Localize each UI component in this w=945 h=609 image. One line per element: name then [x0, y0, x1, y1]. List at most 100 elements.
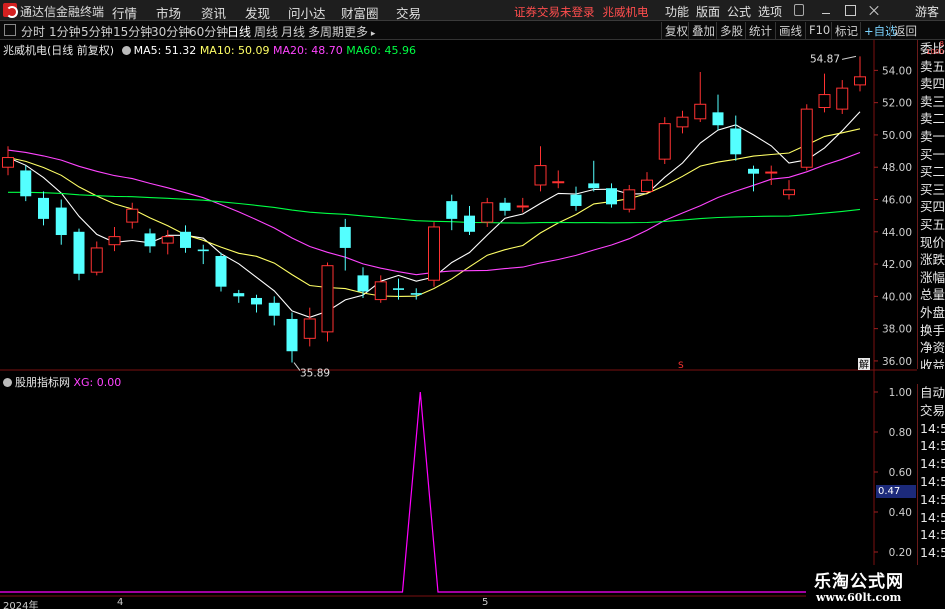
minimize-icon[interactable]: [818, 2, 834, 18]
stock-title[interactable]: 兆威机电(日线 前复权): [3, 44, 114, 57]
app-logo-icon: [3, 3, 18, 18]
tab-more[interactable]: 更多: [344, 23, 375, 40]
price-tick-label: 40.00: [882, 291, 912, 303]
date-label-may: 5: [482, 597, 489, 608]
indicator-name[interactable]: 股朋指标网: [15, 376, 70, 389]
candle-body: [623, 189, 636, 210]
settings-dot-icon[interactable]: [3, 378, 12, 387]
quote-row-label[interactable]: 总量: [918, 286, 945, 304]
quote-row-label[interactable]: 净资: [918, 339, 945, 357]
settings-icon[interactable]: [794, 4, 804, 16]
candle-body: [516, 205, 529, 208]
candle-body: [748, 168, 759, 174]
settings-dot-icon[interactable]: [121, 46, 131, 55]
quote-panel: 8 1000 委比 卖五 卖四 卖三 卖二 卖一 买一 买二 买三 买四 买五 现价 涨跌 涨幅 总量 外盘 换手…: [917, 40, 945, 369]
tab-intraday[interactable]: 分时: [21, 23, 45, 40]
menu-discover[interactable]: 发现: [245, 3, 270, 22]
menu-xiaoda[interactable]: 问小达: [288, 3, 326, 22]
tab-multi-period[interactable]: 多周期: [308, 23, 344, 40]
app-title: 通达信金融终端: [20, 5, 105, 19]
candle-body: [38, 197, 49, 219]
quote-row-label[interactable]: 卖五: [918, 58, 945, 76]
candle-body: [606, 188, 617, 205]
menu-trade[interactable]: 交易: [396, 3, 421, 22]
quote-row-label[interactable]: 买四: [918, 198, 945, 216]
quote-row-label[interactable]: 卖三: [918, 93, 945, 111]
candle-body: [641, 179, 653, 192]
tool-overlay[interactable]: 叠加: [688, 22, 718, 39]
tab-1min[interactable]: 1分钟: [49, 23, 81, 40]
candle-body: [55, 207, 67, 236]
tick-row: 14:56: [920, 491, 945, 507]
s-marker: S: [678, 361, 684, 371]
tick-row: 自动: [920, 385, 945, 400]
maximize-icon[interactable]: [842, 2, 858, 18]
ma20-label: MA20: 48.70: [273, 44, 343, 57]
price-tick-label: 48.00: [882, 162, 912, 174]
sub-tick-label: 0.80: [889, 427, 912, 439]
quote-row-label[interactable]: 换手: [918, 322, 945, 340]
price-tick-label: 38.00: [882, 324, 912, 336]
quote-row-label[interactable]: 外盘: [918, 304, 945, 322]
menu-function[interactable]: 功能: [665, 3, 689, 20]
quote-row-label[interactable]: 涨跌: [918, 251, 945, 269]
tool-f10[interactable]: F10: [805, 22, 833, 39]
guest-label[interactable]: 游客: [915, 3, 939, 20]
tick-row: 14:56: [920, 438, 945, 454]
quote-row-label[interactable]: 涨幅: [918, 269, 945, 287]
tab-30min[interactable]: 30分钟: [151, 23, 190, 40]
login-notice[interactable]: 证券交易未登录 兆威机电: [514, 4, 649, 20]
candle-body: [730, 128, 742, 155]
jie-marker: 解: [859, 358, 869, 371]
candlestick-series: [2, 56, 866, 363]
xg-line: [0, 391, 874, 593]
quote-row-label[interactable]: 买三: [918, 181, 945, 199]
menu-formula[interactable]: 公式: [727, 3, 751, 20]
menu-quotes[interactable]: 行情: [112, 3, 137, 22]
menu-market[interactable]: 市场: [156, 3, 181, 22]
tick-row: 14:56: [920, 420, 945, 436]
quote-row-label[interactable]: 卖四: [918, 75, 945, 93]
tool-adjust[interactable]: 复权: [661, 22, 691, 39]
tick-row: 14:56: [920, 456, 945, 472]
tick-row: 14:56: [920, 545, 945, 561]
toolbar-toggle-icon[interactable]: [4, 24, 16, 36]
close-icon[interactable]: [866, 2, 882, 18]
quote-row-label[interactable]: 买一: [918, 146, 945, 164]
tab-15min[interactable]: 15分钟: [113, 23, 152, 40]
tool-draw[interactable]: 画线: [775, 22, 805, 39]
quote-row-label[interactable]: 买二: [918, 163, 945, 181]
candle-body: [694, 103, 707, 120]
quote-row-label[interactable]: 现价: [918, 234, 945, 252]
menu-news[interactable]: 资讯: [201, 3, 226, 22]
ma5-label: MA5: 51.32: [133, 44, 197, 57]
quote-row-label[interactable]: 收益: [918, 357, 945, 369]
sub-tick-label: 0.60: [889, 467, 912, 479]
candle-body: [428, 226, 440, 281]
quote-row-label[interactable]: 卖一: [918, 128, 945, 146]
tab-60min[interactable]: 60分钟: [189, 23, 228, 40]
sub-tick-label: 1.00: [889, 387, 912, 399]
menu-options[interactable]: 选项: [758, 3, 782, 20]
quote-row-label[interactable]: 卖二: [918, 110, 945, 128]
kline-chart[interactable]: 54.00 52.00 50.00 48.00 46.00 44.00 42.00 40.00…: [0, 40, 917, 597]
candle-body: [161, 236, 174, 244]
tab-daily[interactable]: 日线: [227, 23, 251, 40]
quote-row-label[interactable]: 买五: [918, 216, 945, 234]
tool-back[interactable]: 返回: [890, 22, 920, 39]
notice-stock: 兆威机电: [602, 5, 649, 19]
tab-monthly[interactable]: 月线: [281, 23, 305, 40]
menu-wealth-circle[interactable]: 财富圈: [341, 3, 379, 22]
tool-stats[interactable]: 统计: [745, 22, 775, 39]
period-toolbar: 分时 1分钟 5分钟 15分钟 30分钟 60分钟 日线 周线 月线 多周期 更…: [0, 21, 945, 40]
menu-layout[interactable]: 版面: [696, 3, 720, 20]
tool-multi-stock[interactable]: 多股: [716, 22, 746, 39]
candle-body: [499, 202, 511, 211]
tick-row: 14:56: [920, 509, 945, 525]
candle-body: [233, 293, 245, 297]
tool-mark[interactable]: 标记: [831, 22, 861, 39]
tab-5min[interactable]: 5分钟: [81, 23, 113, 40]
candle-body: [836, 87, 849, 110]
tab-weekly[interactable]: 周线: [254, 23, 278, 40]
candle-body: [783, 189, 795, 196]
